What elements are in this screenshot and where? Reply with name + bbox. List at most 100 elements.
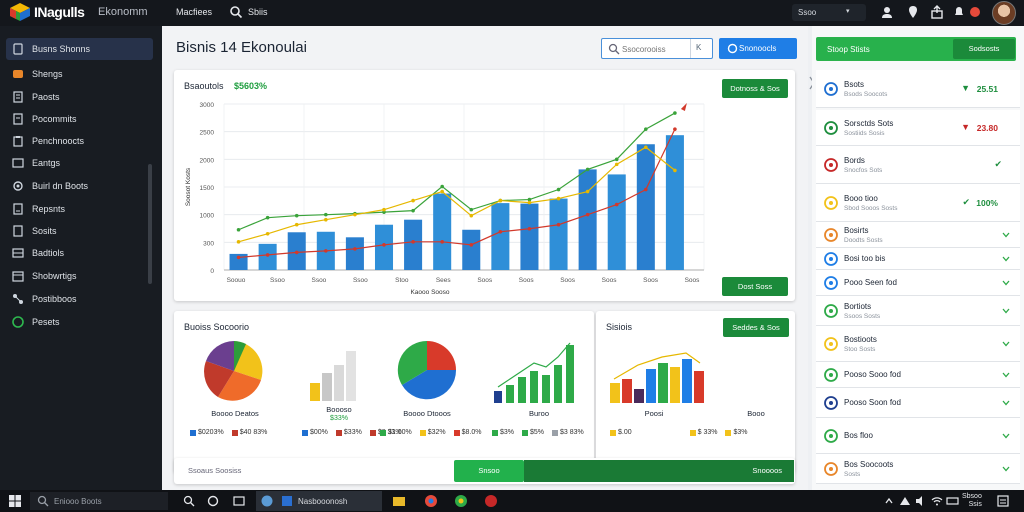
chrome-icon[interactable] <box>454 494 468 508</box>
chart-point <box>265 231 270 236</box>
right-panel-item[interactable]: Bords Snocfos Sots ✔ <box>816 146 1020 184</box>
sidebar-scrollbar[interactable] <box>148 164 152 284</box>
chevron-down-icon[interactable] <box>1002 232 1010 238</box>
statistics-legend: $.00 $ 33% $3% <box>610 429 756 436</box>
right-panel-item[interactable]: Bostioots Stoo Sosts <box>816 326 1020 362</box>
alert-badge-icon[interactable] <box>968 5 982 19</box>
chrome-icon[interactable] <box>424 494 438 508</box>
chevron-down-icon[interactable] <box>1002 308 1010 314</box>
search-shortcut: K <box>696 43 702 52</box>
sidebar-item-2[interactable]: Paosts <box>6 86 153 108</box>
sidebar-item-3[interactable]: Pocommits <box>6 108 153 130</box>
right-panel-item[interactable]: Bortiots Ssoos Sosts <box>816 296 1020 326</box>
status-segment-1[interactable]: Snsoo <box>454 460 524 482</box>
item-title: Bos Soocoots <box>844 460 894 469</box>
chevron-down-icon[interactable] <box>1002 280 1010 286</box>
app-subtitle: Ekonomm <box>98 6 148 18</box>
pie-3-slice-a <box>427 341 456 370</box>
windows-start-icon[interactable] <box>8 494 22 508</box>
network-icon[interactable] <box>898 494 912 508</box>
right-panel-title: Stoop Stists <box>827 45 870 54</box>
notifications-icon[interactable] <box>996 494 1010 508</box>
chevron-down-icon[interactable] <box>1002 433 1010 439</box>
sidebar-item-7[interactable]: Repsnts <box>6 198 153 220</box>
avatar[interactable] <box>992 1 1016 25</box>
sidebar-item-10[interactable]: Shobwrtigs <box>6 265 153 287</box>
sidebar-item-8[interactable]: Sosits <box>6 220 153 242</box>
primary-action-button[interactable]: Snonoocls <box>719 38 797 59</box>
sidebar-item-label: Repsnts <box>32 204 66 214</box>
task-view-icon[interactable] <box>232 494 246 508</box>
status-segment-2[interactable]: Snoooos <box>524 460 794 482</box>
right-panel-item[interactable]: Bos floo <box>816 418 1020 454</box>
tray-arrow-icon[interactable] <box>882 494 896 508</box>
right-panel-item[interactable]: Bos Soocoots Sosts <box>816 454 1020 484</box>
item-icon <box>824 396 838 410</box>
taskbar-time: Sbsoo <box>962 493 982 500</box>
right-panel-item[interactable]: Bosirts Doodts Sosts <box>816 222 1020 248</box>
right-panel-item[interactable]: Pooso Sooo fod <box>816 362 1020 388</box>
app-icon-circle[interactable] <box>260 494 274 508</box>
notification-bell-icon[interactable] <box>952 5 966 19</box>
app-logo-icon[interactable] <box>10 3 30 21</box>
globe-icon <box>12 316 24 328</box>
user-icon[interactable] <box>880 5 894 19</box>
chart-point <box>644 145 648 150</box>
cortana-icon[interactable] <box>206 494 220 508</box>
sidebar-item-6[interactable]: Buirl dn Boots <box>6 175 153 197</box>
y-tick-label: 300 <box>203 240 214 247</box>
pie-chart-1 <box>204 341 263 401</box>
chevron-down-icon[interactable] <box>1002 256 1010 262</box>
x-tick-label: Sees <box>436 277 452 284</box>
file-explorer-icon[interactable] <box>392 494 406 508</box>
battery-icon[interactable] <box>946 494 960 508</box>
sidebar-item-9[interactable]: Badtiols <box>6 242 153 264</box>
sidebar-item-5[interactable]: Eantgs <box>6 152 153 174</box>
nav-link-second[interactable]: Sbiis <box>248 7 268 17</box>
sidebar-item-4[interactable]: Penchnoocts <box>6 130 153 152</box>
sidebar-item-12[interactable]: Pesets <box>6 311 153 333</box>
x-tick-label: Soos <box>643 277 659 284</box>
nav-link-first[interactable]: Macfiees <box>176 7 212 17</box>
sidebar-item-11[interactable]: Postibboos <box>6 288 153 310</box>
speaker-icon[interactable] <box>914 494 928 508</box>
chart-point <box>585 189 590 194</box>
chart-bar <box>345 237 364 270</box>
chevron-down-icon[interactable] <box>1002 400 1010 406</box>
sidebar-item-0[interactable]: Busns Shonns <box>6 38 153 60</box>
chevron-down-icon[interactable] <box>1002 372 1010 378</box>
search-icon[interactable] <box>182 494 196 508</box>
taskbar-clock[interactable]: Sbsoo Ssis <box>962 493 982 509</box>
chart-point <box>469 243 474 247</box>
right-panel-item[interactable]: Pooo Seen fod <box>816 270 1020 296</box>
chevron-down-icon[interactable] <box>1002 341 1010 347</box>
search-box[interactable]: K <box>601 38 713 59</box>
search-input[interactable] <box>622 42 688 56</box>
chevron-down-icon[interactable] <box>1002 466 1010 472</box>
statistics-filter-button[interactable]: Seddes & Sos <box>723 318 789 337</box>
right-panel-item[interactable]: Booo tioo Sbod Sooos Sosts 100% ✔ <box>816 184 1020 222</box>
chart-point <box>614 157 619 162</box>
main-content: Bisnis 14 Ekonoulai K Snonoocls Bsaoutol… <box>162 26 808 490</box>
share-icon[interactable] <box>930 5 944 19</box>
item-value: 23.80 <box>976 123 998 133</box>
chart-point <box>324 212 328 217</box>
x-tick-label: Soos <box>602 277 618 284</box>
sidebar-item-1[interactable]: Shengs <box>6 63 153 85</box>
x-tick-label: Soos <box>685 277 701 284</box>
right-panel-item[interactable]: Bsots Bsods Soocots 25.51 ▼ <box>816 70 1020 108</box>
app-icon-red[interactable] <box>484 494 498 508</box>
right-panel-item[interactable]: Pooso Soon fod <box>816 388 1020 418</box>
search-icon[interactable] <box>229 5 243 19</box>
user-menu[interactable]: Ssoo ▾ <box>792 4 866 21</box>
legend-value: $0203% <box>198 429 224 436</box>
mini4-bar <box>554 365 562 403</box>
app-icon-window[interactable] <box>280 494 294 508</box>
right-panel-item[interactable]: Bosi too bis <box>816 248 1020 270</box>
right-panel-button[interactable]: Sodsosts <box>953 39 1015 59</box>
chart-bar <box>549 198 568 270</box>
location-icon[interactable] <box>906 5 920 19</box>
y-tick-label: 3000 <box>200 102 215 109</box>
wifi-icon[interactable] <box>930 494 944 508</box>
right-panel-item[interactable]: Sorsctds Sots Sostiids Sosis 23.80 ▼ <box>816 110 1020 146</box>
